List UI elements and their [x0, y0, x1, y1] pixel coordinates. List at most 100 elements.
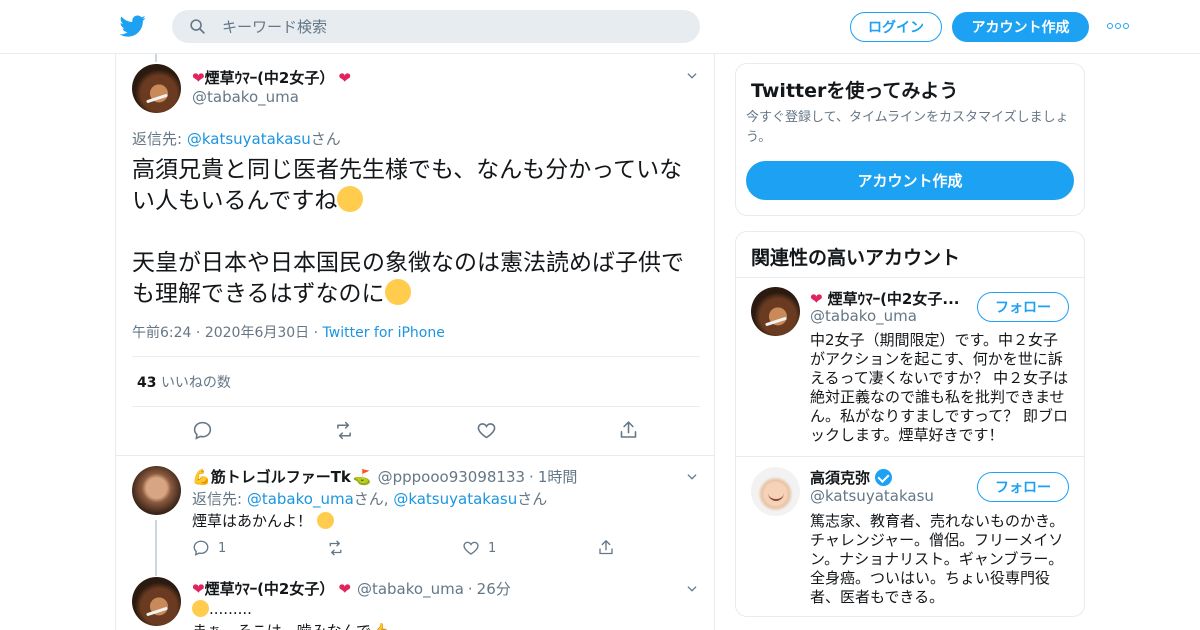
create-account-button[interactable]: アカウント作成: [746, 161, 1074, 200]
grinning-sweat-emoji-icon: [192, 600, 209, 617]
heart-emoji-icon: ❤: [338, 68, 351, 87]
reply-count: 1: [218, 540, 227, 556]
weary-face-emoji-icon: [337, 186, 364, 212]
tweet-paragraph: 高須兄貴と同じ医者先生様でも、なんも分かっていない人もいるんですね: [132, 157, 683, 214]
reply-prefix: 返信先:: [132, 130, 187, 148]
chevron-down-icon[interactable]: [685, 582, 699, 596]
avatar[interactable]: [751, 467, 800, 516]
signup-card: Twitterを使ってみよう 今すぐ登録して、タイムラインをカスタマイズしましょ…: [735, 63, 1085, 216]
display-name: 煙草ｳﾏｰ(中2女子...: [827, 290, 960, 308]
divider: [116, 455, 714, 456]
signup-button[interactable]: アカウント作成: [952, 12, 1089, 42]
reply-suffix: さん: [310, 130, 341, 148]
signup-card-subtitle: 今すぐ登録して、タイムラインをカスタマイズしましょう。: [746, 110, 1069, 145]
divider: [132, 406, 700, 407]
heart-emoji-icon: ❤: [192, 68, 205, 87]
account-bio: 篤志家、教育者、売れないものかき。チャレンジャー。僧侶。フリーメイソン。ナショナ…: [810, 512, 1065, 606]
author-name-row[interactable]: ❤ 煙草ｳﾏｰ(中2女子） ❤: [192, 67, 351, 88]
conversation-column: ❤ 煙草ｳﾏｰ(中2女子） ❤ @tabako_uma 返信先: @katsuy…: [115, 54, 715, 630]
display-name: 煙草ｳﾏｰ(中2女子）: [204, 580, 335, 598]
follow-button[interactable]: フォロー: [977, 292, 1069, 322]
divider: [736, 456, 1084, 457]
search-icon: [190, 19, 205, 34]
top-navigation-bar: ログイン アカウント作成: [0, 0, 1200, 54]
share-icon: [599, 540, 613, 555]
divider: [736, 277, 1084, 278]
tweet-meta: 午前6:24 · 2020年6月30日 · Twitter for iPhone: [132, 325, 445, 341]
reply-icon[interactable]: [192, 420, 213, 441]
author-handle: @pppooo93098133: [377, 467, 526, 486]
avatar[interactable]: [132, 466, 181, 515]
reply-to-line: 返信先: @katsuyatakasuさん: [132, 128, 341, 149]
thumbs-up-emoji-icon: 👍: [371, 622, 390, 630]
search-input[interactable]: [222, 10, 682, 43]
verified-badge-icon: [875, 469, 893, 486]
tweet-time[interactable]: 26分: [477, 578, 511, 599]
account-bio: 中2女子（期間限定）です。中２女子がアクションを起こす、何かを世に訴えるって凄く…: [810, 331, 1069, 444]
retweet-icon[interactable]: [333, 420, 355, 441]
share-action[interactable]: [597, 538, 615, 557]
reply-suffix: さん: [517, 490, 548, 508]
reply-to-line: 返信先: @tabako_umaさん, @katsuyatakasuさん: [192, 488, 547, 509]
heart-emoji-icon: ❤: [338, 579, 351, 598]
flexed-biceps-emoji-icon: 💪: [192, 467, 211, 486]
like-count: 1: [488, 540, 497, 556]
tweet-source[interactable]: Twitter for iPhone: [323, 325, 445, 341]
tweet-text: 煙草はあかんよ！: [192, 510, 334, 531]
related-accounts-title: 関連性の高いアカウント: [751, 247, 961, 269]
account-name-row[interactable]: 高須克弥: [810, 467, 893, 488]
chevron-down-icon[interactable]: [685, 470, 699, 484]
reply-action[interactable]: 1: [192, 539, 226, 557]
tweet-body: 煙草はあかんよ！: [192, 512, 313, 530]
retweet-icon: [329, 540, 342, 556]
reply-mid: さん,: [353, 490, 394, 508]
tweet-text: まぁ、そこは、噛みなんで👍: [192, 620, 390, 630]
avatar[interactable]: [132, 577, 181, 626]
retweet-action[interactable]: [326, 539, 345, 557]
account-handle[interactable]: @tabako_uma: [810, 307, 917, 325]
avatar[interactable]: [751, 287, 800, 336]
author-handle: @tabako_uma: [356, 579, 464, 598]
tweet-date[interactable]: 2020年6月30日: [205, 325, 309, 341]
reply-icon: [193, 540, 209, 556]
heart-emoji-icon: ❤: [192, 579, 205, 598]
heart-emoji-icon: ❤: [810, 289, 823, 308]
display-name: 煙草ｳﾏｰ(中2女子）: [204, 69, 335, 87]
divider: [132, 356, 700, 357]
tweet-time[interactable]: 1時間: [538, 466, 578, 487]
tweet-body: .........: [209, 600, 252, 618]
search-bar: [172, 10, 700, 43]
author-handle[interactable]: @tabako_uma: [192, 88, 299, 106]
follow-button[interactable]: フォロー: [977, 472, 1069, 502]
account-name-row[interactable]: ❤ 煙草ｳﾏｰ(中2女子...: [810, 288, 959, 309]
more-menu-icon[interactable]: [1107, 22, 1131, 30]
thread-connector: [155, 54, 157, 62]
like-heart-icon: [463, 541, 479, 555]
display-name: 筋トレゴルファーTk: [210, 468, 351, 486]
reply-to-link[interactable]: @katsuyatakasu: [187, 130, 311, 148]
author-name-row[interactable]: 💪 筋トレゴルファーTk ⛳ @pppooo93098133 · 1時間: [192, 466, 577, 487]
share-icon[interactable]: [618, 419, 639, 441]
author-name-row[interactable]: ❤ 煙草ｳﾏｰ(中2女子） ❤ @tabako_uma · 26分: [192, 578, 511, 599]
likes-label: いいねの数: [160, 375, 231, 391]
display-name: 高須克弥: [810, 469, 871, 487]
like-action[interactable]: 1: [462, 539, 496, 557]
likes-count: 43: [137, 375, 157, 391]
grinning-face-emoji-icon: [316, 512, 334, 529]
tweet-text: .........: [192, 600, 252, 618]
reply-to-link[interactable]: @tabako_uma: [247, 490, 354, 508]
login-button[interactable]: ログイン: [850, 12, 942, 42]
reply-to-link[interactable]: @katsuyatakasu: [393, 490, 517, 508]
tweet-body: まぁ、そこは、噛みなんで: [192, 622, 371, 630]
reply-prefix: 返信先:: [192, 490, 247, 508]
likes-stat[interactable]: 43 いいねの数: [137, 372, 231, 392]
tweet-time[interactable]: 午前6:24: [132, 325, 191, 341]
chevron-down-icon[interactable]: [685, 69, 699, 83]
golf-flag-emoji-icon: ⛳: [352, 467, 372, 486]
signup-card-title: Twitterを使ってみよう: [751, 80, 959, 102]
avatar[interactable]: [132, 64, 181, 113]
twitter-bird-logo-icon[interactable]: [120, 13, 146, 39]
account-handle[interactable]: @katsuyatakasu: [810, 487, 934, 505]
tweet-text: 高須兄貴と同じ医者先生様でも、なんも分かっていない人もいるんですね 天皇が日本や…: [132, 155, 702, 341]
like-heart-icon[interactable]: [476, 420, 497, 441]
